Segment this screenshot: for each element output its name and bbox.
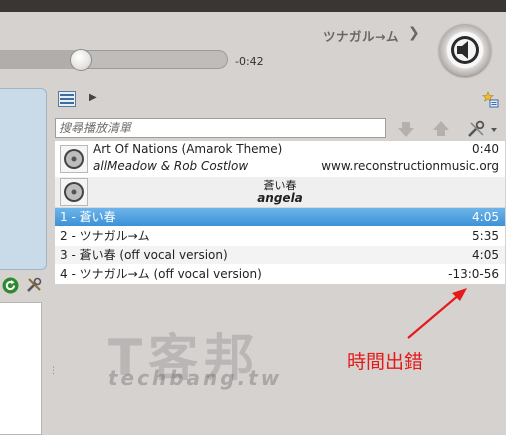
next-track-arrow-icon[interactable]: ❯ [408, 25, 420, 41]
playlist-tools-icon[interactable] [467, 120, 501, 138]
left-panel [0, 88, 47, 270]
seek-handle[interactable] [70, 49, 92, 71]
playlist-row[interactable]: 4 - ツナガル→ム (off vocal version) -13:0-56 [55, 265, 505, 283]
move-up-arrow-icon[interactable] [432, 120, 450, 138]
refresh-icon[interactable] [2, 277, 19, 294]
move-down-arrow-icon[interactable] [397, 120, 415, 138]
speaker-icon [451, 36, 479, 64]
configure-tools-icon[interactable] [26, 277, 42, 293]
panel-splitter-handle[interactable]: ⋮ [49, 366, 58, 376]
row-title: 4 - ツナガル→ム (off vocal version) [60, 267, 262, 281]
window-top-strip [0, 0, 506, 12]
time-remaining: -0:42 [235, 55, 264, 68]
playlist-row[interactable]: 2 - ツナガル→ム 5:35 [55, 227, 505, 245]
track-title: Art Of Nations (Amarok Theme) [93, 142, 283, 156]
current-track-label: ツナガル→ム [323, 29, 399, 44]
expand-arrow-icon[interactable]: ▶ [89, 92, 97, 103]
playlist-row[interactable]: 3 - 蒼い春 (off vocal version) 4:05 [55, 246, 505, 264]
search-playlist-input[interactable] [55, 118, 386, 138]
play-pause-button[interactable] [439, 24, 491, 76]
left-panel-list[interactable] [0, 302, 42, 435]
album-header-aoi-haru[interactable]: 蒼い春 angela [55, 177, 505, 208]
album-artist: angela [257, 191, 303, 205]
playlist-queue-icon[interactable] [482, 91, 499, 108]
playlist-layout-icon[interactable] [58, 91, 76, 107]
annotation-label: 時間出錯 [347, 351, 424, 373]
row-length: 4:05 [472, 248, 499, 262]
row-title: 3 - 蒼い春 (off vocal version) [60, 248, 228, 262]
watermark-site: techbang.tw [108, 366, 283, 390]
track-length: 0:40 [472, 142, 499, 156]
row-length: 5:35 [472, 229, 499, 243]
playlist: Art Of Nations (Amarok Theme) 0:40 allMe… [55, 141, 505, 284]
annotation-arrow-icon [407, 288, 467, 339]
track-url: www.reconstructionmusic.org [321, 159, 499, 173]
album-header-art-of-nations[interactable]: Art Of Nations (Amarok Theme) 0:40 allMe… [55, 141, 505, 178]
row-length: 4:05 [472, 210, 499, 224]
row-title: 2 - ツナガル→ム [60, 229, 150, 243]
album-cover [60, 145, 88, 173]
row-length: -13:0-56 [448, 267, 499, 281]
track-artist: allMeadow & Rob Costlow [93, 159, 249, 173]
row-title: 1 - 蒼い春 [60, 210, 116, 224]
playlist-row[interactable]: 1 - 蒼い春 4:05 [55, 208, 505, 226]
cd-icon [64, 149, 84, 169]
